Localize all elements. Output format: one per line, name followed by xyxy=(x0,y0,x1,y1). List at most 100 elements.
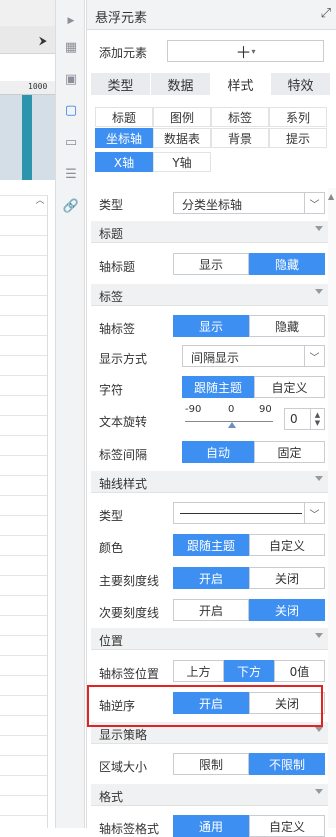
major-tick-label: 主要刻度线 xyxy=(99,574,160,588)
axis-type-select[interactable]: 分类坐标轴 ﹀ xyxy=(173,192,325,214)
label-interval-label: 标签间隔 xyxy=(99,448,148,462)
section-axis-style[interactable]: 轴线样式 xyxy=(91,471,329,493)
minor-tick-off-button[interactable]: 关闭 xyxy=(249,599,325,621)
font-follow-theme-button[interactable]: 跟随主题 xyxy=(182,376,254,398)
axis-tab-x[interactable]: X轴 xyxy=(95,152,153,172)
area-size-label: 区域大小 xyxy=(99,760,148,774)
major-tick-off-button[interactable]: 关闭 xyxy=(249,567,325,589)
subtab-background[interactable]: 背景 xyxy=(211,128,269,148)
collapse-icon xyxy=(315,476,323,481)
subtab-title[interactable]: 标题 xyxy=(95,107,153,127)
subtab-series[interactable]: 系列 xyxy=(269,107,327,127)
axis-title-label: 轴标题 xyxy=(99,260,136,274)
property-toolbar: ▶ ▦ ▣ ▢ ▭ ☰ 🔗 xyxy=(55,0,85,828)
minor-tick-label: 次要刻度线 xyxy=(99,606,160,620)
collapse-icon xyxy=(315,727,323,732)
collapse-icon xyxy=(315,289,323,294)
rotation-spinner[interactable]: 0 ▲ ▼ xyxy=(284,408,325,430)
panel-header: 悬浮元素 ⤢ xyxy=(87,0,336,30)
section-label-label: 标签 xyxy=(99,290,124,304)
rotation-tick-max: 90 xyxy=(259,404,272,415)
solid-line-preview xyxy=(180,513,302,514)
subtab-datatable[interactable]: 数据表 xyxy=(153,128,211,148)
line-type-label: 类型 xyxy=(99,509,124,523)
collapse-icon xyxy=(315,789,323,794)
rotation-label: 文本旋转 xyxy=(99,415,148,429)
axis-label-label: 轴标签 xyxy=(99,322,136,336)
ruler: 1000 xyxy=(0,81,55,95)
area-size-limit-button[interactable]: 限制 xyxy=(173,753,249,775)
scroll-up-icon[interactable]: ▲ xyxy=(328,192,334,201)
label-format-general-button[interactable]: 通用 xyxy=(173,815,249,837)
chart-bar-stripe xyxy=(22,95,32,180)
chevron-down-icon: ﹀ xyxy=(304,193,324,213)
tab-effect[interactable]: 特效 xyxy=(271,73,330,95)
spinner-arrows-icon: ▲ ▼ xyxy=(310,409,324,429)
section-title-label: 标题 xyxy=(99,227,124,241)
panel-scrollbar[interactable]: ▲ xyxy=(328,188,336,828)
major-tick-on-button[interactable]: 开启 xyxy=(173,567,249,589)
hyperlink-icon[interactable]: 🔗 xyxy=(62,197,80,215)
label-interval-auto-button[interactable]: 自动 xyxy=(182,441,254,463)
line-type-select[interactable]: ﹀ xyxy=(173,502,325,524)
axis-title-hide-button[interactable]: 隐藏 xyxy=(249,253,325,275)
display-mode-value: 间隔显示 xyxy=(191,351,240,365)
cursor-icon[interactable]: ⮞ xyxy=(39,34,47,48)
float-element-icon[interactable]: ▢ xyxy=(62,101,80,119)
label-format-custom-button[interactable]: 自定义 xyxy=(249,815,325,837)
section-format[interactable]: 格式 xyxy=(91,784,329,806)
scroll-up-icon[interactable]: ︿ xyxy=(33,193,47,206)
label-interval-fixed-button[interactable]: 固定 xyxy=(254,441,325,463)
spreadsheet-grid[interactable] xyxy=(0,195,48,828)
widget-icon[interactable]: ▭ xyxy=(62,133,80,151)
cell-properties-icon[interactable]: ▦ xyxy=(62,38,80,56)
label-format-label: 轴标签格式 xyxy=(99,822,160,836)
caret-down-icon: ▾ xyxy=(251,46,256,56)
pin-icon[interactable]: ⤢ xyxy=(321,6,331,21)
axis-title-show-button[interactable]: 显示 xyxy=(173,253,249,275)
section-label[interactable]: 标签 xyxy=(91,284,329,306)
highlight-box xyxy=(87,685,323,727)
axis-label-hide-button[interactable]: 隐藏 xyxy=(249,315,325,337)
section-title[interactable]: 标题 xyxy=(91,221,329,243)
ruler-value: 1000 xyxy=(28,82,48,91)
line-color-label: 颜色 xyxy=(99,541,124,555)
label-position-label: 轴标签位置 xyxy=(99,667,160,681)
section-position[interactable]: 位置 xyxy=(91,628,329,650)
subtab-legend[interactable]: 图例 xyxy=(153,107,211,127)
rotation-tick-min: -90 xyxy=(185,404,202,415)
rotation-value: 0 xyxy=(290,412,298,426)
label-position-bottom-button[interactable]: 下方 xyxy=(224,660,274,682)
minor-tick-on-button[interactable]: 开启 xyxy=(173,599,249,621)
canvas-topbar xyxy=(0,0,55,26)
line-color-follow-theme-button[interactable]: 跟随主题 xyxy=(173,534,249,556)
area-size-unlimited-button[interactable]: 不限制 xyxy=(249,753,325,775)
axis-label-show-button[interactable]: 显示 xyxy=(173,315,249,337)
display-mode-label: 显示方式 xyxy=(99,352,148,366)
label-position-zero-button[interactable]: 0值 xyxy=(274,660,325,682)
canvas-toolbar: ⮞ xyxy=(0,26,55,54)
line-color-custom-button[interactable]: 自定义 xyxy=(249,534,325,556)
condition-icon[interactable]: ☰ xyxy=(62,165,80,183)
subtab-axis[interactable]: 坐标轴 xyxy=(95,128,153,148)
plus-icon: ＋ xyxy=(235,43,252,62)
collapse-icon xyxy=(315,633,323,638)
subtab-tooltip[interactable]: 提示 xyxy=(269,128,327,148)
tab-data[interactable]: 数据 xyxy=(151,73,210,95)
label-position-top-button[interactable]: 上方 xyxy=(173,660,224,682)
rotation-slider-handle[interactable] xyxy=(228,422,236,428)
section-axis-style-label: 轴线样式 xyxy=(99,477,148,491)
add-element-button[interactable]: ＋ ▾ xyxy=(167,40,324,62)
panel-title: 悬浮元素 xyxy=(95,11,148,26)
subtab-label[interactable]: 标签 xyxy=(211,107,269,127)
axis-type-value: 分类坐标轴 xyxy=(182,198,243,212)
type-label: 类型 xyxy=(99,198,124,212)
display-mode-select[interactable]: 间隔显示 ﹀ xyxy=(182,345,325,367)
tab-type[interactable]: 类型 xyxy=(91,73,150,95)
font-custom-button[interactable]: 自定义 xyxy=(254,376,325,398)
section-format-label: 格式 xyxy=(99,790,124,804)
tab-style[interactable]: 样式 xyxy=(211,73,270,95)
axis-tab-y[interactable]: Y轴 xyxy=(153,152,211,172)
collapse-arrow-icon[interactable]: ▶ xyxy=(62,12,80,30)
chart-properties-icon[interactable]: ▣ xyxy=(62,70,80,88)
